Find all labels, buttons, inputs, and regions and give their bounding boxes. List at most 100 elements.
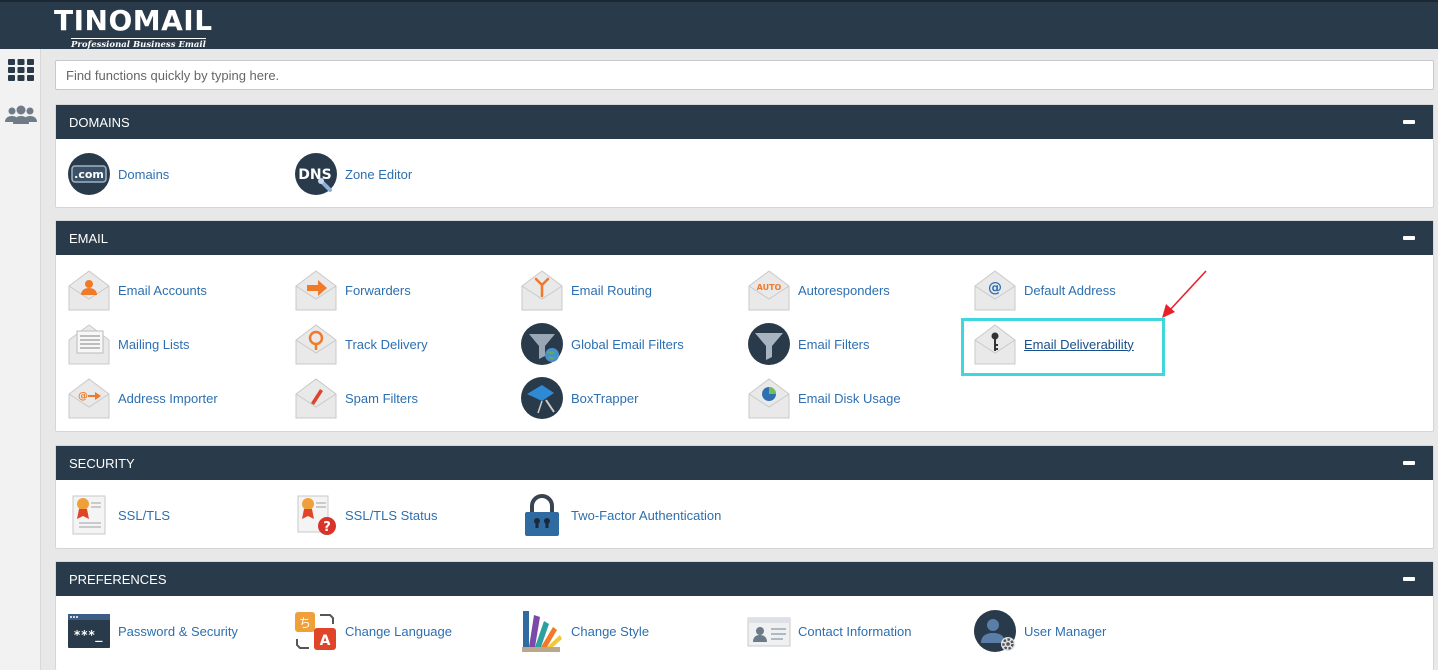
email-accounts-icon <box>67 268 111 312</box>
item-two-factor-authentication[interactable]: Two-Factor Authentication <box>520 492 721 538</box>
sidebar-tools-button[interactable] <box>5 55 37 85</box>
svg-text:ち: ち <box>299 616 311 630</box>
collapse-icon[interactable] <box>1403 461 1415 465</box>
item-forwarders[interactable]: Forwarders <box>294 267 411 313</box>
funnel-icon <box>747 322 791 366</box>
item-change-language[interactable]: ちA Change Language <box>294 608 452 654</box>
item-mailing-lists[interactable]: Mailing Lists <box>67 321 190 367</box>
item-zone-editor[interactable]: DNS Zone Editor <box>294 151 412 197</box>
panel-title: PREFERENCES <box>69 572 167 587</box>
item-global-email-filters[interactable]: Global Email Filters <box>520 321 684 367</box>
item-label: Contact Information <box>798 623 912 639</box>
left-sidebar <box>0 49 41 670</box>
domains-panel-header[interactable]: DOMAINS <box>56 105 1433 139</box>
item-email-deliverability[interactable]: Email Deliverability <box>973 321 1134 367</box>
item-ssl-tls[interactable]: SSL/TLS <box>67 492 170 538</box>
item-boxtrapper[interactable]: BoxTrapper <box>520 375 638 421</box>
item-label: Change Language <box>345 623 452 639</box>
autoresponders-icon: AUTO <box>747 268 791 312</box>
security-panel-header[interactable]: SECURITY <box>56 446 1433 480</box>
palette-icon <box>520 609 564 653</box>
item-track-delivery[interactable]: Track Delivery <box>294 321 428 367</box>
collapse-icon[interactable] <box>1403 236 1415 240</box>
collapse-icon[interactable] <box>1403 120 1415 124</box>
sidebar-users-button[interactable] <box>5 100 37 130</box>
preferences-panel: PREFERENCES <box>55 561 1434 670</box>
item-label: Email Disk Usage <box>798 390 901 406</box>
certificate-status-icon: ? <box>294 493 338 537</box>
panel-title: SECURITY <box>69 456 135 471</box>
item-change-style[interactable]: Change Style <box>520 608 649 654</box>
item-address-importer[interactable]: @ Address Importer <box>67 375 218 421</box>
forwarders-icon <box>294 268 338 312</box>
item-label: Mailing Lists <box>118 336 190 352</box>
padlock-icon <box>520 493 564 537</box>
item-label: Email Routing <box>571 282 652 298</box>
email-routing-icon <box>520 268 564 312</box>
email-key-icon <box>973 322 1017 366</box>
item-label: Change Style <box>571 623 650 639</box>
brand-name: TINOMAIL <box>54 4 213 37</box>
brand-logo[interactable]: TINOMAIL Professional Business Email <box>54 4 213 51</box>
item-label: Forwarders <box>345 282 411 298</box>
top-header: TINOMAIL Professional Business Email <box>0 0 1438 51</box>
search-input[interactable] <box>55 60 1434 90</box>
spam-filters-icon <box>294 376 338 420</box>
item-email-disk-usage[interactable]: Email Disk Usage <box>747 375 901 421</box>
preferences-panel-header[interactable]: PREFERENCES <box>56 562 1433 596</box>
email-panel-header[interactable]: EMAIL <box>56 221 1433 255</box>
svg-text:@: @ <box>988 280 1002 296</box>
item-default-address[interactable]: @ Default Address <box>973 267 1116 313</box>
svg-text:***_: ***_ <box>74 628 104 643</box>
dns-icon: DNS <box>294 152 338 196</box>
item-email-routing[interactable]: Email Routing <box>520 267 652 313</box>
global-filter-icon <box>520 322 564 366</box>
password-icon: ***_ <box>67 609 111 653</box>
svg-text:AUTO: AUTO <box>757 283 782 292</box>
boxtrapper-icon <box>520 376 564 420</box>
disk-usage-icon <box>747 376 791 420</box>
email-panel: EMAIL <box>55 220 1434 432</box>
collapse-icon[interactable] <box>1403 577 1415 581</box>
item-email-filters[interactable]: Email Filters <box>747 321 870 367</box>
item-label: Default Address <box>1024 282 1116 298</box>
red-arrow-annotation <box>1162 270 1207 318</box>
item-label: Password & Security <box>118 623 238 639</box>
dotcom-icon: .com <box>67 152 111 196</box>
item-label: Two-Factor Authentication <box>571 507 722 523</box>
item-label: SSL/TLS Status <box>345 507 438 523</box>
users-icon <box>5 105 37 124</box>
item-label: Address Importer <box>118 390 218 406</box>
item-autoresponders[interactable]: AUTO Autoresponders <box>747 267 890 313</box>
item-label: SSL/TLS <box>118 507 171 523</box>
panel-title: DOMAINS <box>69 115 130 130</box>
item-password-security[interactable]: ***_ Password & Security <box>67 608 238 654</box>
language-icon: ちA <box>294 609 338 653</box>
svg-text:@: @ <box>78 391 88 402</box>
svg-text:.com: .com <box>74 168 104 181</box>
item-email-accounts[interactable]: Email Accounts <box>67 267 207 313</box>
item-label: Email Filters <box>798 336 870 352</box>
item-label: Email Deliverability <box>1024 336 1134 352</box>
address-importer-icon: @ <box>67 376 111 420</box>
item-label: Domains <box>118 166 170 182</box>
item-label: Track Delivery <box>345 336 428 352</box>
item-contact-information[interactable]: Contact Information <box>747 608 911 654</box>
svg-text:DNS: DNS <box>298 167 331 183</box>
item-label: Global Email Filters <box>571 336 684 352</box>
item-spam-filters[interactable]: Spam Filters <box>294 375 418 421</box>
domains-panel: DOMAINS <box>55 104 1434 208</box>
mailing-lists-icon <box>67 322 111 366</box>
item-ssl-tls-status[interactable]: ? SSL/TLS Status <box>294 492 438 538</box>
item-label: Spam Filters <box>345 390 418 406</box>
item-label: User Manager <box>1024 623 1107 639</box>
item-user-manager[interactable]: User Manager <box>973 608 1106 654</box>
item-label: Autoresponders <box>798 282 890 298</box>
svg-text:A: A <box>320 633 331 649</box>
certificate-icon <box>67 493 111 537</box>
contact-card-icon <box>747 609 791 653</box>
grid-icon <box>8 59 34 81</box>
item-label: Email Accounts <box>118 282 207 298</box>
item-domains[interactable]: .com Domains <box>67 151 169 197</box>
security-panel: SECURITY <box>55 445 1434 549</box>
